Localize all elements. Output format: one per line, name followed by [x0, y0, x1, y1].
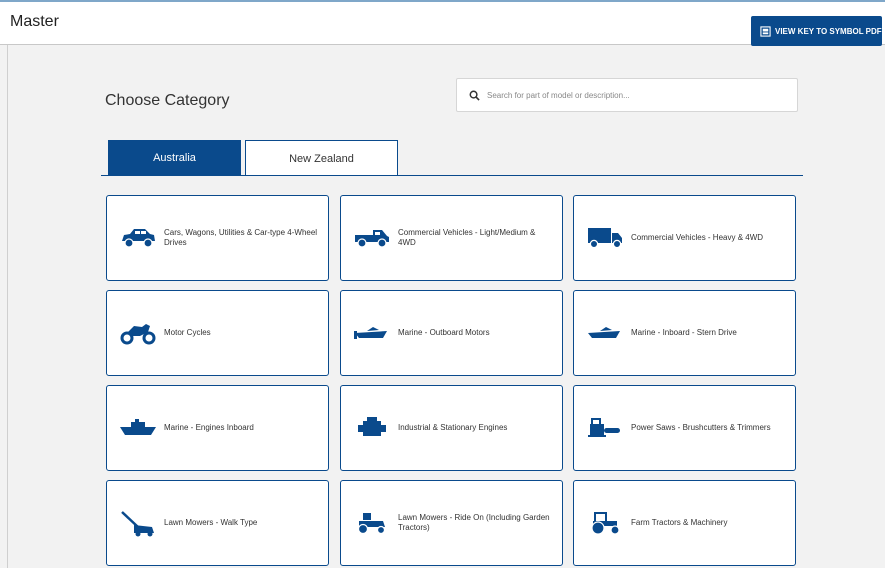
category-card-lawn-mowers-ride-on[interactable]: Lawn Mowers - Ride On (Including Garden … — [340, 480, 563, 566]
truck-icon — [588, 228, 622, 249]
category-label: Power Saws - Brushcutters & Trimmers — [631, 423, 771, 432]
tab-australia[interactable]: Australia — [108, 140, 241, 176]
pdf-button-label: VIEW KEY TO SYMBOL PDF — [775, 26, 882, 36]
search-icon — [469, 90, 480, 101]
push-mower-icon — [121, 511, 154, 537]
tab-new-zealand[interactable]: New Zealand — [245, 140, 398, 176]
category-label: Lawn Mowers - Walk Type — [164, 518, 258, 527]
choose-category-heading: Choose Category — [105, 92, 230, 109]
engine-icon — [358, 417, 386, 436]
pdf-icon — [760, 25, 771, 37]
category-card-motor-cycles[interactable]: Motor Cycles — [106, 290, 329, 376]
category-label: Marine - Inboard - Stern Drive — [631, 328, 737, 337]
category-label: Commercial Vehicles - Heavy & 4WD — [631, 233, 764, 242]
motorcycle-icon — [120, 324, 156, 345]
category-label: Industrial & Stationary Engines — [398, 423, 508, 432]
category-card-cars[interactable]: Cars, Wagons, Utilities & Car-type 4-Whe… — [106, 195, 329, 281]
view-key-pdf-button[interactable]: VIEW KEY TO SYMBOL PDF — [751, 16, 882, 46]
category-card-farm-tractors[interactable]: Farm Tractors & Machinery — [573, 480, 796, 566]
page-title: Master — [10, 13, 59, 30]
speedboat-icon — [588, 327, 620, 338]
category-card-power-saws[interactable]: Power Saws - Brushcutters & Trimmers — [573, 385, 796, 471]
category-label: Lawn Mowers - Ride On (Including Garden … — [398, 513, 550, 532]
search-input[interactable] — [485, 89, 789, 101]
category-card-marine-inboard-stern[interactable]: Marine - Inboard - Stern Drive — [573, 290, 796, 376]
top-bar: Master VIEW KEY TO SYMBOL PDF — [0, 0, 885, 46]
category-label: Commercial Vehicles - Light/Medium & 4WD — [398, 228, 536, 247]
ship-icon — [120, 419, 156, 435]
chainsaw-icon — [588, 418, 620, 437]
category-card-marine-outboard[interactable]: Marine - Outboard Motors — [340, 290, 563, 376]
category-card-industrial-engines[interactable]: Industrial & Stationary Engines — [340, 385, 563, 471]
speedboat-icon — [354, 327, 387, 339]
category-card-marine-engines-inboard[interactable]: Marine - Engines Inboard — [106, 385, 329, 471]
category-label: Motor Cycles — [164, 328, 211, 337]
pickup-truck-icon — [355, 230, 389, 248]
category-card-commercial-heavy[interactable]: Commercial Vehicles - Heavy & 4WD — [573, 195, 796, 281]
left-border — [7, 45, 8, 568]
category-label: Farm Tractors & Machinery — [631, 518, 728, 527]
category-card-lawn-mowers-walk[interactable]: Lawn Mowers - Walk Type — [106, 480, 329, 566]
tractor-icon — [591, 512, 620, 535]
tab-underline — [101, 175, 803, 176]
car-icon — [122, 229, 155, 248]
ride-on-mower-icon — [357, 513, 386, 535]
search-box[interactable] — [456, 78, 798, 112]
category-label: Marine - Outboard Motors — [398, 328, 490, 337]
category-card-commercial-light[interactable]: Commercial Vehicles - Light/Medium & 4WD — [340, 195, 563, 281]
category-label: Marine - Engines Inboard — [164, 423, 254, 432]
category-label: Cars, Wagons, Utilities & Car-type 4-Whe… — [164, 228, 318, 247]
